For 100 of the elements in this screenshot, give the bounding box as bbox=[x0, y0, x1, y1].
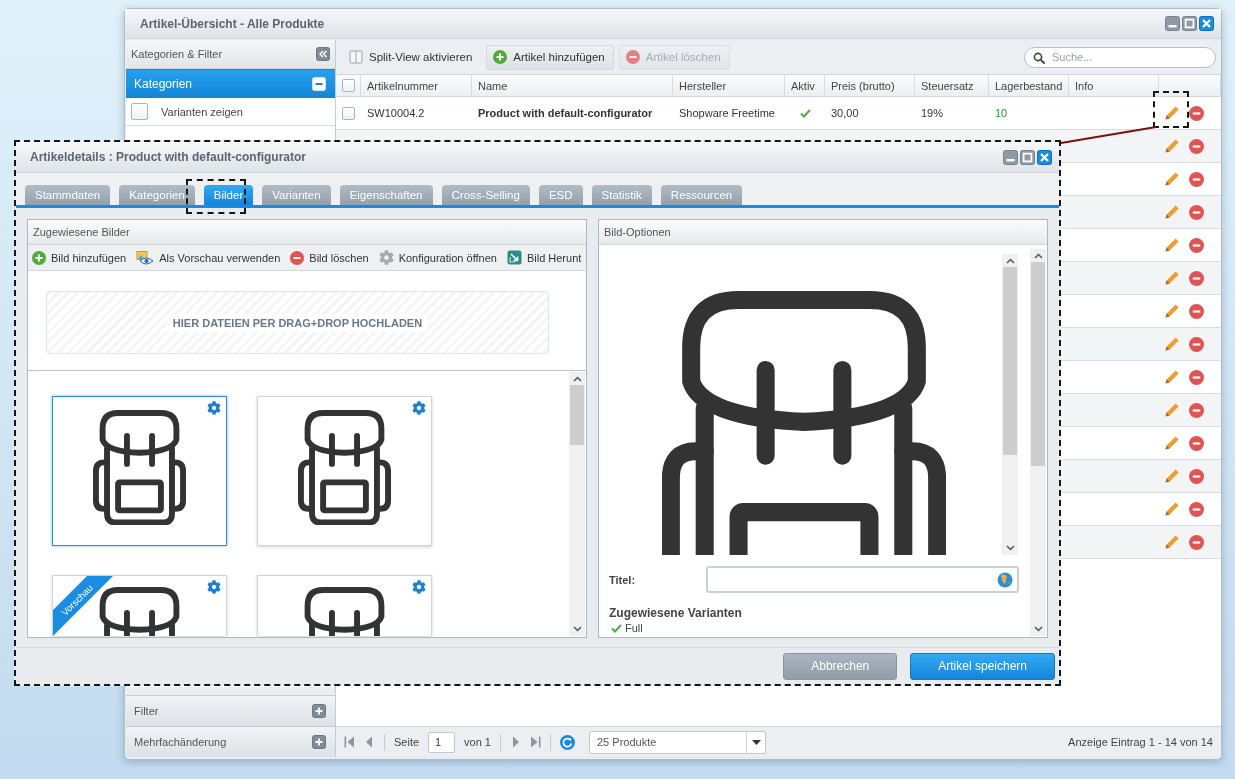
column-header[interactable]: Steuersatz bbox=[915, 75, 989, 96]
column-header[interactable]: Info bbox=[1069, 75, 1159, 96]
minimize-icon[interactable] bbox=[1165, 16, 1180, 31]
window-title: Artikeldetails : Product with default-configurator bbox=[30, 150, 308, 164]
scroll-up-icon[interactable] bbox=[1005, 258, 1015, 264]
panel-header: Bild-Optionen bbox=[599, 220, 1047, 245]
pencil-icon[interactable] bbox=[1164, 138, 1180, 154]
delete-icon[interactable] bbox=[1189, 204, 1204, 220]
image-thumbnail[interactable] bbox=[52, 396, 227, 546]
pencil-icon[interactable] bbox=[1164, 237, 1180, 253]
pencil-icon[interactable] bbox=[1164, 171, 1180, 187]
section-heading: Zugewiesene Varianten bbox=[608, 606, 743, 620]
pencil-icon[interactable] bbox=[1164, 204, 1180, 220]
scroll-down-icon[interactable] bbox=[572, 626, 582, 632]
scrollbar-thumb[interactable] bbox=[570, 385, 584, 445]
delete-icon[interactable] bbox=[1189, 105, 1204, 121]
delete-icon[interactable] bbox=[1189, 534, 1204, 550]
checkbox[interactable] bbox=[131, 103, 148, 120]
open-config-button[interactable]: Konfiguration öffnen bbox=[378, 250, 497, 265]
scroll-up-icon[interactable] bbox=[1033, 253, 1043, 259]
close-icon[interactable] bbox=[1199, 16, 1214, 31]
pencil-icon[interactable] bbox=[1164, 402, 1180, 418]
last-page-icon[interactable] bbox=[530, 736, 541, 748]
accordion-header[interactable]: Filter bbox=[126, 695, 335, 726]
highlight-frame bbox=[186, 179, 246, 214]
minus-icon[interactable] bbox=[312, 77, 326, 91]
pencil-icon[interactable] bbox=[1164, 369, 1180, 385]
plus-icon[interactable] bbox=[312, 704, 326, 718]
delete-image-button[interactable]: Bild löschen bbox=[290, 250, 369, 265]
delete-icon[interactable] bbox=[1189, 171, 1204, 187]
gear-icon bbox=[378, 250, 394, 265]
delete-icon[interactable] bbox=[1189, 435, 1204, 451]
globe-icon[interactable] bbox=[997, 571, 1013, 588]
close-icon[interactable] bbox=[1037, 149, 1052, 165]
pencil-icon[interactable] bbox=[1164, 105, 1180, 121]
scrollbar-thumb[interactable] bbox=[1003, 267, 1017, 455]
caret-icon[interactable] bbox=[751, 739, 761, 745]
minus-circle-icon bbox=[625, 50, 640, 64]
product-name: Product with default-configurator bbox=[478, 107, 653, 119]
set-preview-button[interactable]: Als Vorschau verwenden bbox=[136, 250, 281, 265]
page-size-dropdown[interactable]: 25 Produkte bbox=[589, 730, 766, 754]
plus-circle-icon bbox=[493, 50, 508, 64]
maximize-icon[interactable] bbox=[1020, 149, 1035, 165]
first-page-icon[interactable] bbox=[344, 736, 355, 748]
delete-icon[interactable] bbox=[1189, 336, 1204, 352]
delete-icon[interactable] bbox=[1189, 501, 1204, 517]
column-header[interactable]: Hersteller bbox=[673, 75, 785, 96]
split-view-button[interactable]: Split-View aktivieren bbox=[342, 44, 482, 70]
delete-icon[interactable] bbox=[1189, 303, 1204, 319]
column-header[interactable]: Preis (brutto) bbox=[825, 75, 915, 96]
download-image-button[interactable]: Bild Herunt bbox=[506, 250, 582, 265]
delete-icon[interactable] bbox=[1189, 369, 1204, 385]
collapse-icon[interactable] bbox=[316, 47, 330, 61]
scrollbar[interactable] bbox=[1030, 249, 1046, 636]
pencil-icon[interactable] bbox=[1164, 534, 1180, 550]
delete-icon[interactable] bbox=[1189, 468, 1204, 484]
scroll-down-icon[interactable] bbox=[1005, 545, 1015, 551]
plus-icon[interactable] bbox=[312, 735, 326, 749]
column-header[interactable]: Artikelnummer bbox=[361, 75, 472, 96]
pencil-icon[interactable] bbox=[1164, 336, 1180, 352]
accordion-header[interactable]: Mehrfachänderung bbox=[126, 726, 335, 757]
scrollbar[interactable] bbox=[1002, 254, 1018, 555]
maximize-icon[interactable] bbox=[1182, 16, 1197, 31]
minimize-icon[interactable] bbox=[1003, 149, 1018, 165]
search-icon bbox=[1033, 51, 1045, 64]
previous-icon[interactable] bbox=[364, 736, 375, 748]
pencil-icon[interactable] bbox=[1164, 303, 1180, 319]
delete-icon[interactable] bbox=[1189, 237, 1204, 253]
page-label: Seite bbox=[394, 736, 420, 748]
upload-dropzone[interactable]: HIER DATEIEN PER DRAG+DROP HOCHLADEN bbox=[46, 291, 549, 354]
pencil-icon[interactable] bbox=[1164, 435, 1180, 451]
gear-icon[interactable] bbox=[207, 401, 221, 415]
scrollbar[interactable] bbox=[569, 372, 585, 636]
search-field[interactable]: Suche... bbox=[1024, 46, 1216, 68]
add-image-button[interactable]: Bild hinzufügen bbox=[32, 250, 127, 265]
pencil-icon[interactable] bbox=[1164, 468, 1180, 484]
add-article-button[interactable]: Artikel hinzufügen bbox=[486, 44, 614, 70]
page-field[interactable]: 1 bbox=[428, 731, 456, 753]
gear-icon[interactable] bbox=[412, 401, 426, 415]
pencil-icon[interactable] bbox=[1164, 501, 1180, 517]
scroll-up-icon[interactable] bbox=[572, 376, 582, 382]
refresh-icon[interactable] bbox=[560, 734, 575, 750]
column-header[interactable]: Aktiv bbox=[785, 75, 825, 96]
delete-icon[interactable] bbox=[1189, 138, 1204, 154]
pencil-icon[interactable] bbox=[1164, 270, 1180, 286]
price-text: 30,00 bbox=[831, 107, 859, 119]
next-icon[interactable] bbox=[510, 736, 521, 748]
column-header[interactable]: Name bbox=[472, 75, 673, 96]
gear-icon[interactable] bbox=[412, 580, 426, 594]
checkbox[interactable] bbox=[341, 79, 355, 92]
checkbox[interactable] bbox=[342, 106, 355, 120]
delete-icon[interactable] bbox=[1189, 270, 1204, 286]
gear-icon[interactable] bbox=[207, 580, 221, 594]
checkbox-label: Varianten zeigen bbox=[161, 105, 243, 118]
scrollbar-thumb[interactable] bbox=[1031, 262, 1045, 466]
column-header[interactable]: Lagerbestand bbox=[989, 75, 1069, 96]
delete-icon[interactable] bbox=[1189, 402, 1204, 418]
tax-rate: 19% bbox=[921, 107, 944, 119]
scroll-down-icon[interactable] bbox=[1033, 626, 1043, 632]
title-field[interactable] bbox=[706, 566, 1019, 593]
